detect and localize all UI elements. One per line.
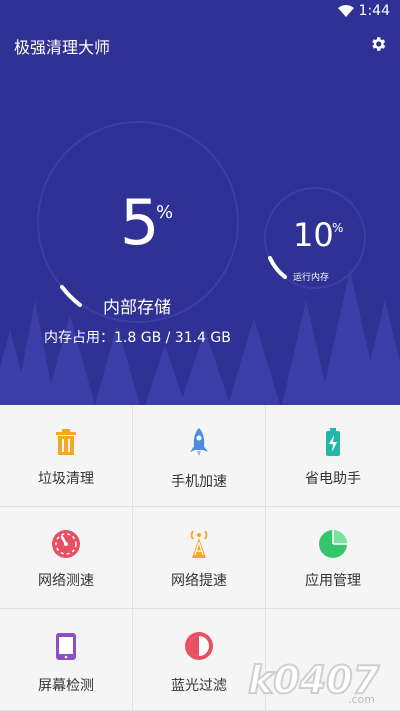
app-title: 极强清理大师 xyxy=(14,38,111,57)
status-bar: 1:44 xyxy=(0,0,400,24)
menu-item-label: 屏幕检测 xyxy=(38,678,94,694)
storage-percent: 5 xyxy=(120,186,160,259)
watermark-logo: k0407 .com xyxy=(247,657,381,706)
menu-item-label: 手机加速 xyxy=(171,474,227,490)
feature-grid: 垃圾清理 手机加速 省电助手 网络测速 网络提速 应用管理 屏幕检测 蓝光过滤 … xyxy=(0,405,400,711)
trash-icon xyxy=(56,429,76,455)
tablet-icon xyxy=(56,633,76,660)
ram-label: 运行内存 xyxy=(293,273,330,283)
menu-item-label: 省电助手 xyxy=(305,471,361,487)
storage-label: 内部存储 xyxy=(103,298,171,318)
signal-tower-icon xyxy=(190,530,208,558)
speedometer-icon xyxy=(52,530,80,558)
pie-chart-icon xyxy=(319,530,347,558)
menu-item-junk-clean[interactable]: 垃圾清理 xyxy=(0,405,133,507)
menu-item-screen-test[interactable]: 屏幕检测 xyxy=(0,609,133,711)
ram-percent-sign: % xyxy=(332,221,344,235)
hero-panel: 1:44 极强清理大师 5 % 内部存储 内存占用：1.8 GB / 31.4 … xyxy=(0,0,400,405)
battery-icon xyxy=(326,428,340,456)
menu-item-label: 网络提速 xyxy=(171,573,227,589)
menu-item-label: 网络测速 xyxy=(38,573,94,589)
gear-icon[interactable] xyxy=(369,35,387,53)
wifi-icon xyxy=(338,5,354,17)
storage-percent-sign: % xyxy=(156,202,174,223)
half-circle-icon xyxy=(185,632,213,660)
ram-percent: 10 xyxy=(293,216,334,254)
svg-text:.com: .com xyxy=(348,693,375,706)
menu-item-network-boost[interactable]: 网络提速 xyxy=(133,507,266,609)
status-time: 1:44 xyxy=(358,3,390,19)
storage-usage: 内存占用：1.8 GB / 31.4 GB xyxy=(44,330,231,346)
menu-item-speed-test[interactable]: 网络测速 xyxy=(0,507,133,609)
menu-item-label: 应用管理 xyxy=(305,573,361,589)
menu-item-phone-boost[interactable]: 手机加速 xyxy=(133,405,266,507)
menu-item-label: 垃圾清理 xyxy=(38,471,94,487)
menu-item-power-saver[interactable]: 省电助手 xyxy=(266,405,400,507)
menu-item-app-manager[interactable]: 应用管理 xyxy=(266,507,400,609)
rocket-icon xyxy=(190,428,208,456)
